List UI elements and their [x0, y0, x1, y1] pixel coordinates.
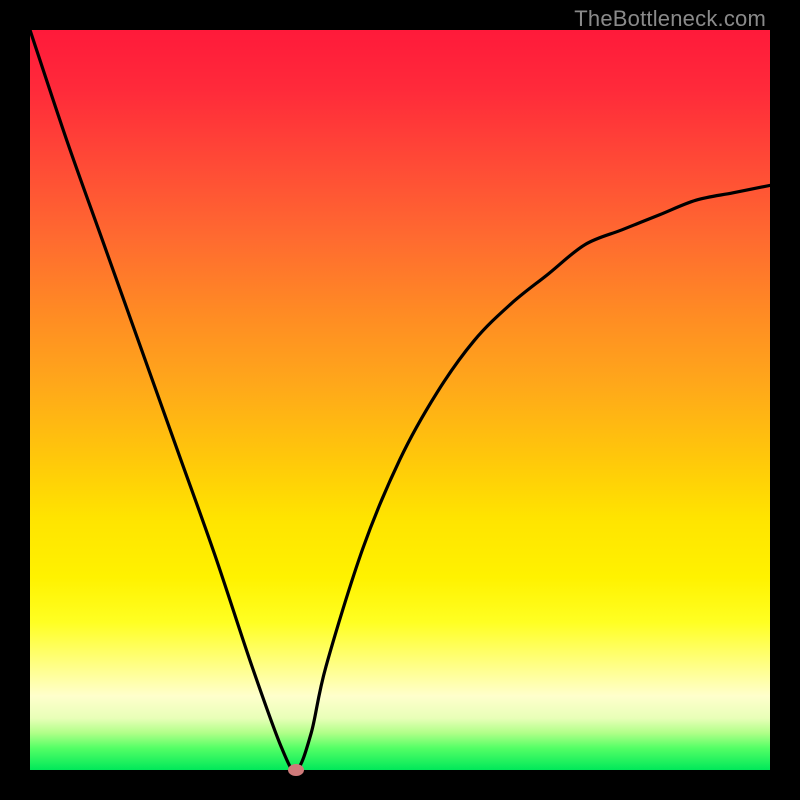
watermark-text: TheBottleneck.com — [574, 6, 766, 32]
min-point-dot — [288, 764, 304, 776]
plot-area — [30, 30, 770, 770]
bottleneck-curve — [30, 30, 770, 770]
curve-svg — [30, 30, 770, 770]
chart-frame: TheBottleneck.com — [0, 0, 800, 800]
